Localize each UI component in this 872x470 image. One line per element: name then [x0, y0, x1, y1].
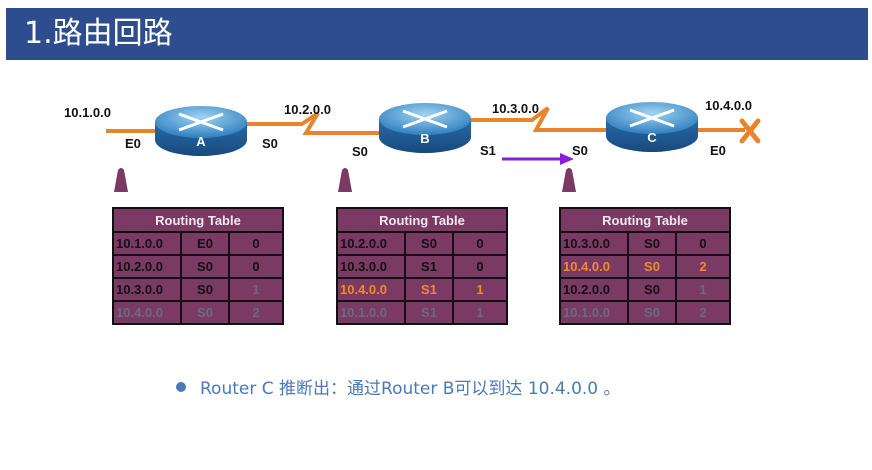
routing-table-c: Routing Table 10.3.0.0 S0 0 10.4.0.0 S0 …: [559, 207, 731, 325]
interface-label-b-s0: S0: [352, 144, 368, 159]
interface-label-c-s0: S0: [572, 143, 588, 158]
pointer-triangle-icon: [114, 168, 128, 192]
routing-table-b: Routing Table 10.2.0.0 S0 0 10.3.0.0 S1 …: [336, 207, 508, 325]
table-row: 10.4.0.0 S0 2: [114, 302, 282, 323]
table-row: 10.4.0.0 S0 2: [561, 256, 729, 277]
table-row: 10.2.0.0 S0 0: [338, 233, 506, 254]
routing-table-header: Routing Table: [561, 209, 729, 231]
explanation-bullet: Router C 推断出：通过Router B可以到达 10.4.0.0 。: [176, 374, 621, 399]
table-row: 10.2.0.0 S0 1: [561, 279, 729, 300]
router-c-name: C: [647, 130, 657, 145]
table-row: 10.1.0.0 S0 2: [561, 302, 729, 323]
network-label-bc: 10.3.0.0: [492, 101, 539, 116]
table-row: 10.4.0.0 S1 1: [338, 279, 506, 300]
pointer-triangle-icon: [562, 168, 576, 192]
table-row: 10.3.0.0 S1 0: [338, 256, 506, 277]
table-row: 10.1.0.0 S1 1: [338, 302, 506, 323]
table-row: 10.2.0.0 S0 0: [114, 256, 282, 277]
interface-label-c-e0: E0: [710, 143, 726, 158]
table-row: 10.1.0.0 E0 0: [114, 233, 282, 254]
table-row: 10.3.0.0 S0 1: [114, 279, 282, 300]
router-b-name: B: [420, 131, 429, 146]
update-arrow-icon: [502, 153, 574, 165]
routing-table-a: Routing Table 10.1.0.0 E0 0 10.2.0.0 S0 …: [112, 207, 284, 325]
router-a-name: A: [196, 134, 206, 149]
interface-label-a-e0: E0: [125, 136, 141, 151]
interface-label-a-s0: S0: [262, 136, 278, 151]
bullet-dot-icon: [176, 382, 186, 392]
table-row: 10.3.0.0 S0 0: [561, 233, 729, 254]
pointer-triangle-icon: [338, 168, 352, 192]
routing-table-header: Routing Table: [114, 209, 282, 231]
routing-table-header: Routing Table: [338, 209, 506, 231]
network-label-a: 10.1.0.0: [64, 105, 111, 120]
network-label-ab: 10.2.0.0: [284, 102, 331, 117]
network-label-c: 10.4.0.0: [705, 98, 752, 113]
interface-label-b-s1: S1: [480, 143, 496, 158]
bullet-text: Router C 推断出：通过Router B可以到达 10.4.0.0 。: [200, 379, 621, 399]
